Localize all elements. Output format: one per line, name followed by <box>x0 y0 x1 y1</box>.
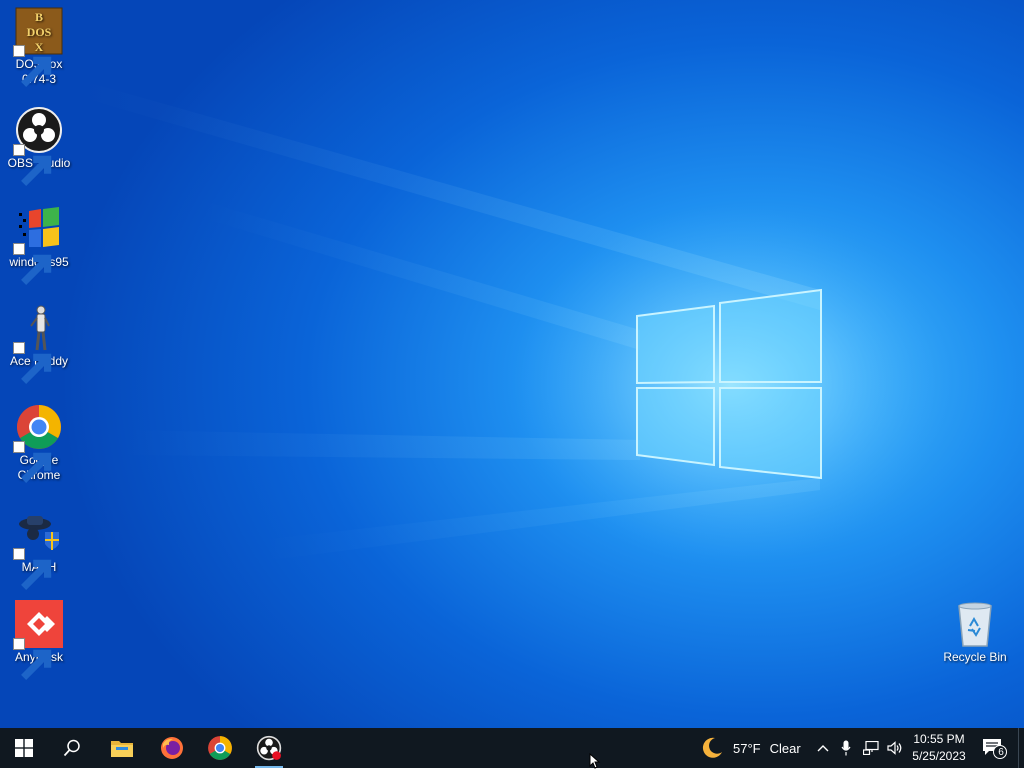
action-center-button[interactable]: 6 <box>978 728 1010 768</box>
desktop-icon-mash[interactable]: MASH <box>1 510 77 590</box>
anydesk-icon <box>13 600 63 680</box>
folder-icon <box>111 741 133 757</box>
desktop-icon-google-chrome[interactable]: Google Chrome <box>1 403 77 483</box>
network-icon <box>863 741 879 755</box>
mouse-cursor-icon <box>589 753 601 769</box>
desktop-icon-ace-buddy[interactable]: Ace Buddy <box>1 304 77 384</box>
chrome-icon <box>13 403 63 483</box>
microphone-tray-button[interactable] <box>836 728 856 768</box>
chevron-up-icon <box>817 745 829 752</box>
weather-condition: Clear <box>769 740 801 756</box>
network-tray-button[interactable] <box>860 728 882 768</box>
search-icon <box>63 739 80 757</box>
desktop-icon-label: Recycle Bin <box>943 650 1007 664</box>
notification-count: 6 <box>998 747 1004 758</box>
shortcut-arrow-icon <box>13 243 52 285</box>
chrome-icon <box>208 736 232 760</box>
start-button[interactable] <box>0 728 48 768</box>
desktop-icon-recycle-bin[interactable]: Recycle Bin <box>937 600 1013 665</box>
weather-temperature: 57°F <box>733 740 761 756</box>
taskbar: 57°F Clear 10:55 PM 5/25/2023 6 <box>0 728 1024 768</box>
file-explorer-button[interactable] <box>98 728 146 768</box>
svg-text:B: B <box>35 10 43 24</box>
clock-date: 5/25/2023 <box>912 749 966 763</box>
wallpaper-light-beams <box>80 80 950 565</box>
search-button[interactable] <box>48 728 96 768</box>
svg-text:DOS: DOS <box>27 25 52 39</box>
moon-icon <box>702 737 722 758</box>
chrome-taskbar-button[interactable] <box>196 728 244 768</box>
obs-icon <box>256 735 282 761</box>
speaker-icon <box>887 741 902 755</box>
shortcut-arrow-icon <box>13 548 52 590</box>
ace-buddy-icon <box>13 304 63 384</box>
obs-icon <box>13 106 63 186</box>
mash-icon <box>13 510 63 590</box>
recycle-bin-icon <box>951 600 999 648</box>
show-desktop-button[interactable] <box>1018 728 1024 768</box>
clock-time: 10:55 PM <box>913 732 965 746</box>
shortcut-arrow-icon <box>13 441 52 483</box>
show-hidden-icons-button[interactable] <box>812 728 834 768</box>
shortcut-arrow-icon <box>13 144 52 186</box>
desktop[interactable]: B DOS X DOSBox 0.74-3 OBS Studio windows… <box>0 0 1024 728</box>
desktop-icon-windows95[interactable]: windows95 <box>1 205 77 285</box>
microphone-icon <box>841 740 851 756</box>
windows95-icon <box>13 205 63 285</box>
windows-logo-icon <box>15 739 33 757</box>
firefox-icon <box>161 737 183 759</box>
shortcut-arrow-icon <box>13 638 52 680</box>
obs-taskbar-button[interactable] <box>245 728 293 768</box>
firefox-button[interactable] <box>148 728 196 768</box>
desktop-icon-anydesk[interactable]: AnyDesk <box>1 600 77 680</box>
taskbar-clock[interactable]: 10:55 PM 5/25/2023 <box>902 731 976 765</box>
dosbox-icon: B DOS X <box>13 7 63 87</box>
weather-widget[interactable]: 57°F Clear <box>690 728 810 768</box>
shortcut-arrow-icon <box>13 45 52 87</box>
desktop-icon-dosbox[interactable]: B DOS X DOSBox 0.74-3 <box>1 7 77 87</box>
shortcut-arrow-icon <box>13 342 52 384</box>
desktop-icon-obs-studio[interactable]: OBS Studio <box>1 106 77 186</box>
